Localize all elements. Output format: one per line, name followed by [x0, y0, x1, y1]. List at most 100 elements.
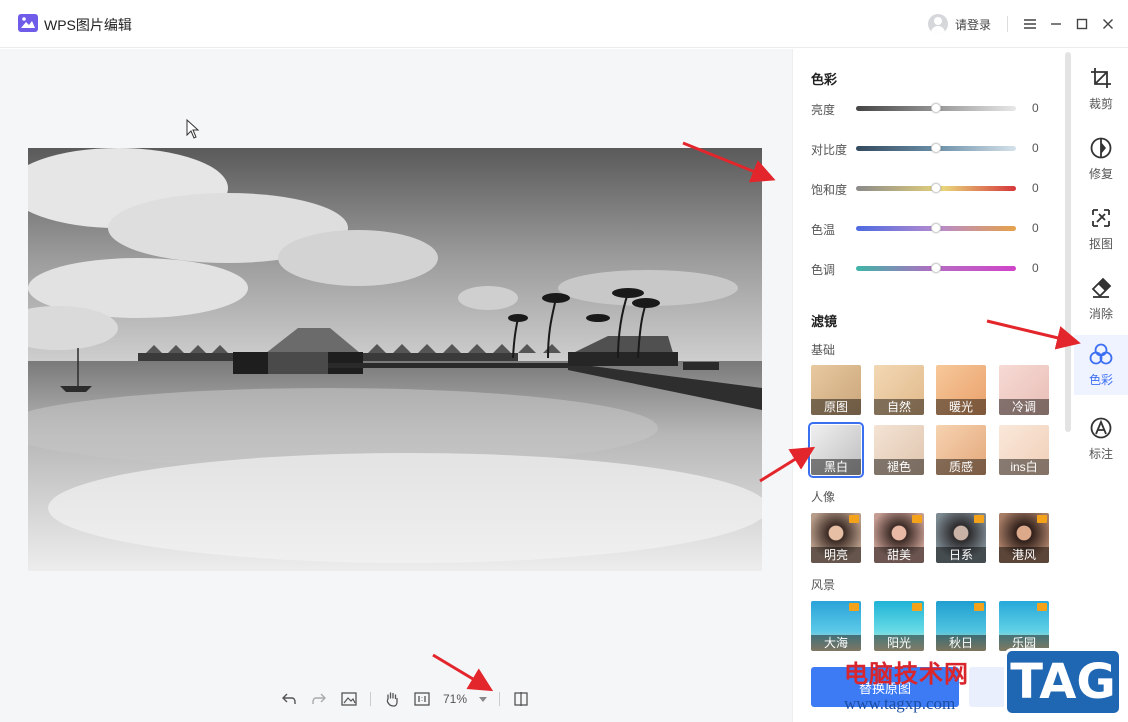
vip-crown-icon: [849, 603, 859, 611]
eraser-icon: [1091, 277, 1112, 298]
brightness-slider[interactable]: [856, 103, 1016, 113]
saturation-slider[interactable]: [856, 183, 1016, 193]
redo-button[interactable]: [310, 690, 328, 708]
filter-sunshine[interactable]: 阳光: [874, 601, 924, 651]
minimize-icon: [1051, 23, 1061, 25]
brightness-label: 亮度: [811, 103, 836, 117]
watermark-text: 电脑技术网: [844, 660, 969, 688]
filter-warm[interactable]: 暖光: [936, 365, 986, 415]
maximize-button[interactable]: [1072, 14, 1092, 34]
vip-crown-icon: [974, 515, 984, 523]
view-original-button[interactable]: [340, 690, 358, 708]
tool-repair[interactable]: 修复: [1074, 129, 1128, 189]
filter-ins-white[interactable]: ins白: [999, 425, 1049, 475]
canvas-area[interactable]: 71%: [0, 49, 792, 722]
contrast-label: 对比度: [811, 143, 848, 157]
watermark-logo: TAG: [1004, 648, 1122, 716]
toolbar-divider: [370, 692, 371, 706]
hand-icon: [386, 692, 398, 707]
basic-filters-title: 基础: [811, 343, 836, 357]
filter-hongkong[interactable]: 港风: [999, 513, 1049, 563]
contrast-slider[interactable]: [856, 143, 1016, 153]
temperature-value: 0: [1032, 221, 1039, 235]
cutout-icon: [1092, 208, 1110, 227]
menu-button[interactable]: [1020, 14, 1040, 34]
slider-knob[interactable]: [931, 223, 941, 233]
tool-color[interactable]: 色彩: [1074, 335, 1128, 395]
vip-crown-icon: [849, 515, 859, 523]
compare-icon: [514, 692, 528, 706]
panel-scrollbar[interactable]: [1065, 52, 1071, 432]
watermark-url: www.tagxp.com: [844, 694, 956, 713]
filter-original[interactable]: 原图: [811, 365, 861, 415]
slider-knob[interactable]: [931, 263, 941, 273]
zoom-level[interactable]: 71%: [443, 692, 467, 706]
portrait-filters-title: 人像: [811, 490, 836, 504]
login-button[interactable]: 请登录: [928, 13, 991, 35]
filter-natural[interactable]: 自然: [874, 365, 924, 415]
tool-column: 裁剪 修复 抠图 消除 色彩 标注: [1072, 49, 1128, 722]
site-watermark: 电脑技术网 www.tagxp.com TAG: [844, 648, 1128, 722]
tool-erase[interactable]: 消除: [1074, 269, 1128, 329]
vip-crown-icon: [912, 515, 922, 523]
chevron-down-icon[interactable]: [479, 696, 488, 702]
toolbar-divider: [499, 692, 501, 706]
filter-sweet[interactable]: 甜美: [874, 513, 924, 563]
compare-button[interactable]: [512, 690, 530, 708]
slider-knob[interactable]: [931, 143, 941, 153]
undo-icon: [282, 693, 296, 704]
title-divider: [1007, 16, 1008, 32]
filter-black-white[interactable]: 黑白: [808, 422, 864, 478]
menu-icon: [1024, 19, 1036, 29]
pan-button[interactable]: [383, 690, 401, 708]
tool-crop[interactable]: 裁剪: [1074, 59, 1128, 119]
crop-icon: [1091, 67, 1111, 88]
filter-autumn[interactable]: 秋日: [936, 601, 986, 651]
tint-value: 0: [1032, 261, 1039, 275]
filter-sea[interactable]: 大海: [811, 601, 861, 651]
app-title: WPS图片编辑: [44, 17, 132, 33]
app-logo-icon: [18, 14, 38, 32]
maximize-icon: [1076, 18, 1088, 30]
color-section-title: 色彩: [811, 72, 838, 87]
vip-crown-icon: [1037, 515, 1047, 523]
avatar: [928, 14, 948, 34]
vip-crown-icon: [912, 603, 922, 611]
actual-size-icon: [414, 692, 430, 706]
undo-button[interactable]: [280, 690, 298, 708]
mouse-cursor-icon: [186, 119, 200, 139]
filter-texture[interactable]: 质感: [936, 425, 986, 475]
edited-photo[interactable]: [28, 148, 762, 571]
login-label: 请登录: [955, 17, 992, 32]
brightness-value: 0: [1032, 101, 1039, 115]
filter-bright[interactable]: 明亮: [811, 513, 861, 563]
slider-knob[interactable]: [931, 103, 941, 113]
color-icon: [1089, 343, 1113, 364]
slider-knob[interactable]: [931, 183, 941, 193]
annotate-icon: [1090, 417, 1112, 438]
filter-section-title: 滤镜: [811, 314, 838, 329]
filter-faded[interactable]: 褪色: [874, 425, 924, 475]
title-bar: WPS图片编辑 请登录: [0, 0, 1128, 48]
canvas-toolbar: 71%: [280, 687, 530, 711]
tint-label: 色调: [811, 263, 836, 277]
tool-cutout[interactable]: 抠图: [1074, 199, 1128, 259]
filter-japanese[interactable]: 日系: [936, 513, 986, 563]
actual-size-button[interactable]: [413, 690, 431, 708]
repair-icon: [1090, 137, 1112, 158]
adjust-panel: 色彩 亮度 0 对比度 0 饱和度 0 色温 0 色调 0 滤镜 基础 原图 自…: [792, 49, 1062, 722]
saturation-label: 饱和度: [811, 183, 848, 197]
vip-crown-icon: [1037, 603, 1047, 611]
filter-paradise[interactable]: 乐园: [999, 601, 1049, 651]
landscape-filters-title: 风景: [811, 578, 836, 592]
filter-cool[interactable]: 冷调: [999, 365, 1049, 415]
image-icon: [341, 692, 357, 706]
close-button[interactable]: [1098, 14, 1118, 34]
contrast-value: 0: [1032, 141, 1039, 155]
close-icon: [1103, 19, 1113, 29]
minimize-button[interactable]: [1046, 14, 1066, 34]
temperature-slider[interactable]: [856, 223, 1016, 233]
tool-annotate[interactable]: 标注: [1074, 409, 1128, 469]
tint-slider[interactable]: [856, 263, 1016, 273]
vip-crown-icon: [974, 603, 984, 611]
